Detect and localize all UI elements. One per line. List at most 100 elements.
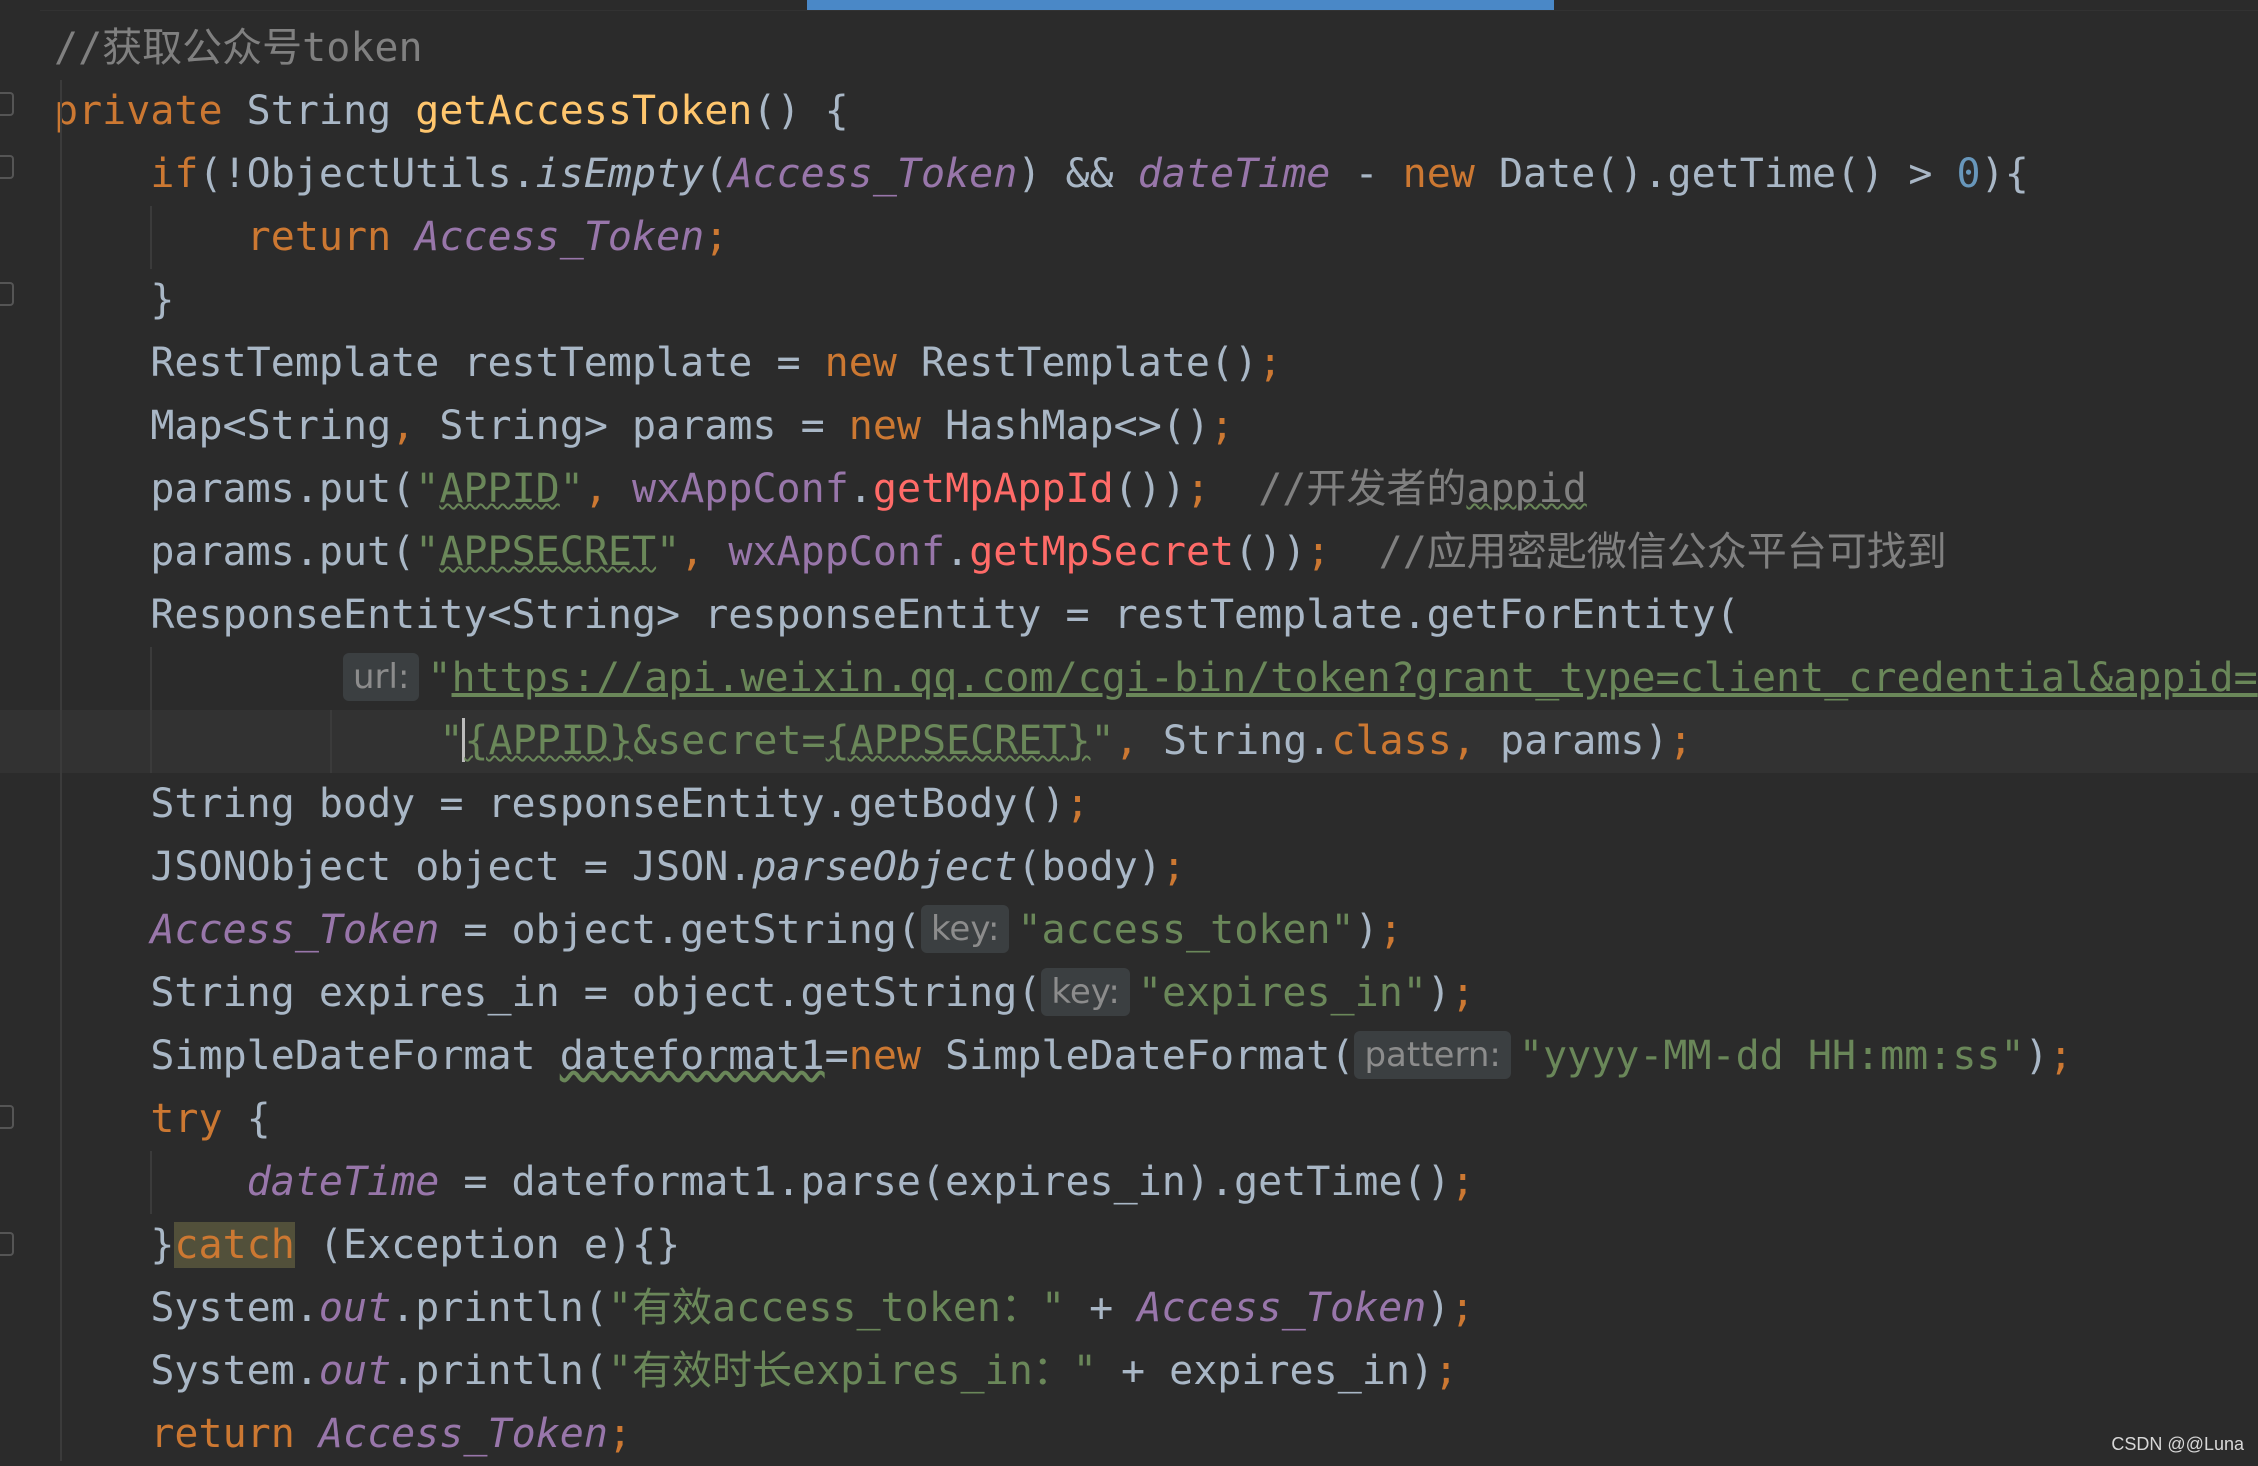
parameter-hint: pattern: [1354,1031,1510,1079]
code-token: &secret= [633,718,826,764]
code-token: ) [1355,907,1379,953]
code-token: ; [1451,1159,1475,1205]
code-token: Map<String [54,403,391,449]
code-line[interactable]: JSONObject object = JSON.parseObject(bod… [0,836,2258,899]
code-token: new [849,403,921,449]
code-line[interactable]: try { [0,1088,2258,1151]
code-token: "expires_in" [1138,970,1427,1016]
code-token: ( [704,151,728,197]
code-token: 0 [1957,151,1981,197]
code-token: //获取公众号token [54,25,423,71]
code-line[interactable]: SimpleDateFormat dateformat1=new SimpleD… [0,1025,2258,1088]
code-line[interactable]: url:"https://api.weixin.qq.com/cgi-bin/t… [0,647,2258,710]
code-token: = [825,1033,849,1079]
code-token: try [150,1096,222,1142]
code-token: ; [704,214,728,260]
code-token: ()) [1234,529,1306,575]
code-token: " [54,718,463,764]
code-token: ; [1210,403,1234,449]
code-line[interactable]: return Access_Token; [0,206,2258,269]
indent-guide [150,1151,152,1214]
code-token [54,907,150,953]
code-token: ; [608,1411,632,1457]
code-token [54,1096,150,1142]
code-line[interactable]: ResponseEntity<String> responseEntity = … [0,584,2258,647]
code-token: dateTime [247,1159,440,1205]
code-token: wxAppConf [728,529,945,575]
code-token: .println( [391,1348,608,1394]
indent-guide [150,206,152,269]
code-token [54,1411,150,1457]
code-token [54,655,343,701]
code-editor[interactable]: //获取公众号token private String getAccessToke… [0,17,2258,1461]
code-line[interactable]: if(!ObjectUtils.isEmpty(Access_Token) &&… [0,143,2258,206]
code-token: ){ [1981,151,2029,197]
code-token: new [849,1033,921,1079]
code-token: {APPSECRET} [826,718,1091,764]
code-token: (!ObjectUtils. [199,151,536,197]
code-line[interactable]: Access_Token = object.getString(key:"acc… [0,899,2258,962]
code-token: RestTemplate() [897,340,1258,386]
code-token: + [1065,1285,1137,1331]
code-token: wxAppConf [632,466,849,512]
code-token: out [319,1348,391,1394]
code-line[interactable]: System.out.println("有效时长expires_in：" + e… [0,1340,2258,1403]
indent-guide [330,710,332,773]
code-token: ) [2025,1033,2049,1079]
parameter-hint: key: [1041,968,1130,1016]
horizontal-scrollbar-thumb[interactable] [807,0,1554,10]
code-token: " [415,529,439,575]
code-line[interactable]: } [0,269,2258,332]
code-token: , [584,466,608,512]
code-line[interactable]: params.put("APPID", wxAppConf.getMpAppId… [0,458,2258,521]
code-token: dateformat1 [560,1033,825,1079]
code-token: (body) [1017,844,1162,890]
code-token: ; [1258,340,1282,386]
code-token: , [391,403,415,449]
code-token: getAccessToken [415,88,752,134]
code-token: } [54,1222,174,1268]
code-token: "有效access_token：" [608,1285,1065,1331]
parameter-hint: url: [343,653,419,701]
code-token: ; [1451,970,1475,1016]
code-line[interactable]: }catch (Exception e){} [0,1214,2258,1277]
code-token: " [415,466,439,512]
editor-top-bar [0,0,2258,11]
code-token: Access_Token [319,1411,608,1457]
code-token: .println( [391,1285,608,1331]
code-token [1330,529,1378,575]
code-token: "yyyy-MM-dd HH:mm:ss" [1519,1033,2025,1079]
code-token: private [54,88,223,134]
code-line[interactable]: //获取公众号token [0,17,2258,80]
code-token: {APPID} [464,718,633,764]
code-line[interactable]: private String getAccessToken() { [0,80,2258,143]
code-token [391,214,415,260]
code-token: ; [2049,1033,2073,1079]
code-token: Access_Token [150,907,439,953]
code-token: Access_Token [728,151,1017,197]
code-token: return [150,1411,295,1457]
code-line[interactable]: params.put("APPSECRET", wxAppConf.getMpS… [0,521,2258,584]
code-line[interactable]: "{APPID}&secret={APPSECRET}", String.cla… [0,710,2258,773]
code-token: . [945,529,969,575]
code-line[interactable]: RestTemplate restTemplate = new RestTemp… [0,332,2258,395]
code-token: ; [1669,718,1693,764]
code-token: ()) [1114,466,1186,512]
code-token: new [1403,151,1475,197]
code-line[interactable]: String expires_in = object.getString(key… [0,962,2258,1025]
code-token: { [223,1096,271,1142]
code-token: dateTime [1138,151,1331,197]
code-token: class [1331,718,1451,764]
code-token [54,151,150,197]
code-token: getMpAppId [873,466,1114,512]
code-token: params.put( [54,466,415,512]
code-line[interactable]: dateTime = dateformat1.parse(expires_in)… [0,1151,2258,1214]
code-line[interactable]: Map<String, String> params = new HashMap… [0,395,2258,458]
code-line[interactable]: String body = responseEntity.getBody(); [0,773,2258,836]
parameter-hint: key: [921,905,1010,953]
code-line[interactable]: return Access_Token; [0,1403,2258,1466]
code-token: JSONObject object = JSON. [54,844,752,890]
code-token: ; [1306,529,1330,575]
code-line[interactable]: System.out.println("有效access_token：" + A… [0,1277,2258,1340]
code-token: parseObject [752,844,1017,890]
